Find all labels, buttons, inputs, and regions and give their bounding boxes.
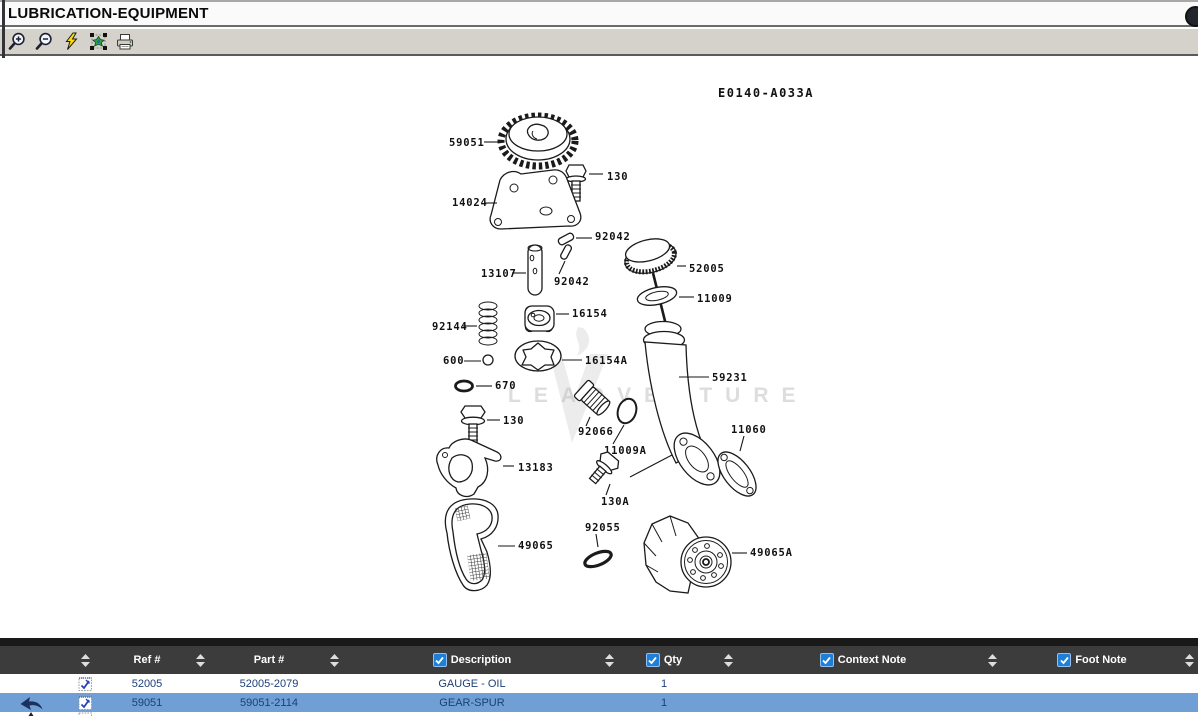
zoom-in-icon[interactable] [7, 32, 27, 52]
notepad-icon[interactable] [62, 712, 108, 716]
cell-qty: 1 [618, 674, 710, 693]
part-49065a-filter[interactable] [644, 516, 731, 593]
part-600-ball[interactable] [483, 355, 493, 365]
titlebar-corner-icon[interactable] [1185, 6, 1198, 27]
part-label-11009[interactable]: 11009 [697, 293, 733, 305]
cell-ref: 59051 [108, 693, 186, 712]
qty-checkbox[interactable] [646, 653, 660, 667]
part-label-59231[interactable]: 59231 [712, 372, 748, 384]
diagram-toolbar [0, 29, 1198, 56]
cell-description: GAUGE - OIL [344, 674, 600, 693]
header-qty[interactable]: Qty [618, 646, 710, 674]
select-object-icon[interactable] [88, 32, 108, 52]
header-spacer [0, 646, 62, 674]
part-label-11060[interactable]: 11060 [731, 424, 767, 436]
cell-description: GEAR-SPUR [344, 693, 600, 712]
title-bar: LUBRICATION-EQUIPMENT [0, 0, 1198, 27]
undo-arrow-icon[interactable] [0, 693, 62, 712]
diagram-canvas: LEADVENTURE E0140-A033A 59051 130 14024 … [0, 58, 1198, 638]
part-label-16154[interactable]: 16154 [572, 308, 608, 320]
notepad-icon[interactable] [62, 693, 108, 712]
part-92144-spring[interactable] [479, 302, 497, 345]
table-row-partial[interactable] [0, 712, 1198, 716]
part-label-92066[interactable]: 92066 [578, 426, 614, 438]
sort-icon-col1[interactable] [62, 646, 108, 674]
print-icon[interactable] [115, 32, 135, 52]
exploded-parts-diagram: LEADVENTURE E0140-A033A 59051 130 14024 … [0, 58, 1198, 638]
cell-context-note [746, 693, 980, 712]
part-label-59051[interactable]: 59051 [449, 137, 485, 149]
part-label-49065[interactable]: 49065 [518, 540, 554, 552]
part-92042-pin-b[interactable] [560, 244, 573, 260]
parts-viewer: { "titlebar": { "title": "LUBRICATION-EQ… [0, 0, 1198, 716]
notepad-icon[interactable] [62, 674, 108, 693]
foot-note-checkbox[interactable] [1057, 653, 1071, 667]
part-49065-cover[interactable] [445, 499, 498, 591]
header-part[interactable]: Part # [214, 646, 324, 674]
part-label-600[interactable]: 600 [443, 355, 464, 367]
cell-foot-note [1004, 674, 1180, 693]
diagram-code: E0140-A033A [718, 86, 814, 100]
sort-icon-part[interactable] [324, 646, 344, 674]
part-label-670[interactable]: 670 [495, 380, 516, 392]
table-row[interactable]: 52005 52005-2079 GAUGE - OIL 1 [0, 674, 1198, 693]
part-16154a-rotor[interactable] [515, 341, 561, 371]
part-label-92144[interactable]: 92144 [432, 321, 468, 333]
part-92055-oring[interactable] [583, 548, 613, 570]
table-row-selected[interactable]: 59051 59051-2114 GEAR-SPUR 1 [0, 693, 1198, 712]
part-label-92042-b[interactable]: 92042 [554, 276, 590, 288]
parts-table-header: Ref # Part # Description Qty Context Not… [0, 646, 1198, 674]
header-foot-note[interactable]: Foot Note [1004, 646, 1180, 674]
cell-part: 52005-2079 [214, 674, 324, 693]
lightning-icon[interactable] [61, 32, 81, 52]
sort-icon-ref[interactable] [186, 646, 214, 674]
cell-foot-note [1004, 693, 1180, 712]
part-16154-pump-body[interactable] [525, 306, 554, 332]
zoom-out-icon[interactable] [34, 32, 54, 52]
part-11009-washer[interactable] [636, 284, 679, 309]
sort-icon-context[interactable] [980, 646, 1004, 674]
part-label-16154a[interactable]: 16154A [585, 355, 628, 367]
header-ref[interactable]: Ref # [108, 646, 186, 674]
cell-qty: 1 [618, 693, 710, 712]
part-670-oring[interactable] [456, 381, 473, 391]
cell-ref: 52005 [108, 674, 186, 693]
part-59051-gear-spur[interactable] [501, 116, 575, 166]
part-label-13183[interactable]: 13183 [518, 462, 554, 474]
part-13183-bracket[interactable] [437, 439, 501, 496]
header-context-note[interactable]: Context Note [746, 646, 980, 674]
part-label-49065a[interactable]: 49065A [750, 547, 793, 559]
header-description[interactable]: Description [344, 646, 600, 674]
part-13107-shaft[interactable] [528, 245, 542, 295]
sort-icon-foot[interactable] [1180, 646, 1198, 674]
page-title: LUBRICATION-EQUIPMENT [0, 5, 209, 22]
part-59231-tube[interactable] [644, 322, 729, 494]
sort-icon-qty[interactable] [710, 646, 746, 674]
table-top-strip [0, 638, 1198, 646]
part-label-52005[interactable]: 52005 [689, 263, 725, 275]
part-14024-plate[interactable] [490, 170, 581, 229]
part-label-130-top[interactable]: 130 [607, 171, 628, 183]
part-label-14024[interactable]: 14024 [452, 197, 488, 209]
part-92042-pin-a[interactable] [557, 232, 574, 246]
cell-part: 59051-2114 [214, 693, 324, 712]
cell-context-note [746, 674, 980, 693]
part-label-130a[interactable]: 130A [601, 496, 630, 508]
part-label-13107[interactable]: 13107 [481, 268, 517, 280]
part-label-92055[interactable]: 92055 [585, 522, 621, 534]
sort-icon-desc[interactable] [600, 646, 618, 674]
context-note-checkbox[interactable] [820, 653, 834, 667]
part-label-130-lower[interactable]: 130 [503, 415, 524, 427]
description-checkbox[interactable] [433, 653, 447, 667]
part-label-92042-a[interactable]: 92042 [595, 231, 631, 243]
